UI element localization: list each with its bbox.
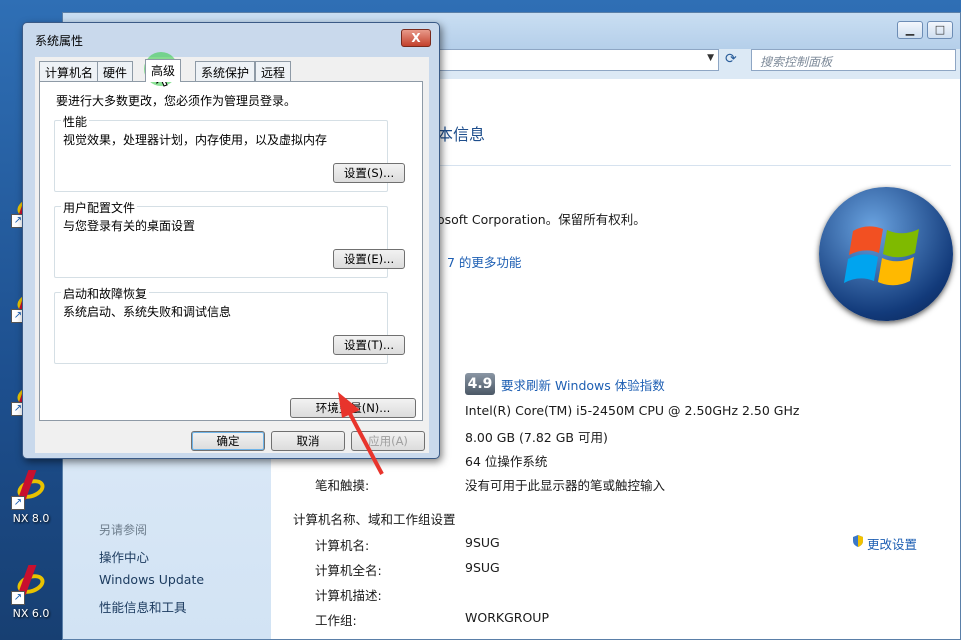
tab-system-protection[interactable]: 系统保护 <box>195 61 256 81</box>
full-name-value: 9SUG <box>465 560 500 575</box>
performance-settings-button[interactable]: 设置(S)... <box>333 163 405 183</box>
windows-flag-icon <box>844 226 919 286</box>
chevron-down-icon[interactable]: ▼ <box>707 53 714 63</box>
system-type-value: 64 位操作系统 <box>465 454 548 469</box>
desktop-icon-label: NX 6.0 <box>12 607 50 620</box>
advanced-tab-panel: 要进行大多数更改，您必须作为管理员登录。 性能 视觉效果，处理器计划，内存使用，… <box>39 81 423 421</box>
desktop-icon-nx8[interactable]: ↗ NX 8.0 <box>6 470 56 525</box>
description-label: 计算机描述: <box>315 588 382 603</box>
processor-value: Intel(R) Core(TM) i5-2450M CPU @ 2.50GHz… <box>465 403 800 418</box>
page-title: 本信息 <box>437 125 486 144</box>
workgroup-label: 工作组: <box>315 613 357 628</box>
change-settings-link[interactable]: 更改设置 <box>867 534 917 553</box>
user-profiles-label: 用户配置文件 <box>61 199 138 216</box>
desktop-icon-nx6[interactable]: ↗ NX 6.0 <box>6 565 56 620</box>
startup-recovery-label: 启动和故障恢复 <box>61 285 150 302</box>
performance-group: 性能 视觉效果，处理器计划，内存使用，以及虚拟内存 设置(S)... <box>54 113 405 192</box>
maximize-button[interactable]: □ <box>927 21 953 39</box>
memory-value: 8.00 GB (7.82 GB 可用) <box>465 430 608 445</box>
shield-icon <box>853 535 863 547</box>
nx-icon: ↗ <box>11 565 51 605</box>
user-profiles-settings-button[interactable]: 设置(E)... <box>333 249 405 269</box>
user-profiles-group: 用户配置文件 与您登录有关的桌面设置 设置(E)... <box>54 199 405 278</box>
annotation-arrow-icon <box>338 392 384 475</box>
user-profiles-desc: 与您登录有关的桌面设置 <box>63 219 196 233</box>
experience-index-badge[interactable]: 4.9 <box>465 373 495 395</box>
tab-advanced[interactable]: 高级 <box>145 59 182 82</box>
tab-hardware[interactable]: 硬件 <box>97 61 134 81</box>
startup-recovery-group: 启动和故障恢复 系统启动、系统失败和调试信息 设置(T)... <box>54 285 405 364</box>
performance-label: 性能 <box>61 113 90 130</box>
see-also-heading: 另请参阅 <box>99 523 148 537</box>
left-link-performance[interactable]: 性能信息和工具 <box>99 597 187 616</box>
computer-name-label: 计算机名: <box>315 538 370 553</box>
search-input[interactable]: 搜索控制面板 <box>751 49 956 71</box>
workgroup-value: WORKGROUP <box>465 610 549 625</box>
refresh-icon[interactable]: ⟳ <box>725 51 745 71</box>
full-name-label: 计算机全名: <box>315 563 382 578</box>
left-link-windows-update[interactable]: Windows Update <box>99 572 204 587</box>
divider <box>421 165 951 166</box>
performance-desc: 视觉效果，处理器计划，内存使用，以及虚拟内存 <box>63 133 328 147</box>
dialog-title: 系统属性 <box>35 34 84 48</box>
copyright-text: osoft Corporation。保留所有权利。 <box>437 212 646 227</box>
left-link-action-center[interactable]: 操作中心 <box>99 547 149 566</box>
desktop-icon-label: NX 8.0 <box>12 512 50 525</box>
more-features-link[interactable]: 7 的更多功能 <box>447 252 521 271</box>
close-button[interactable]: X <box>401 29 431 47</box>
tab-remote[interactable]: 远程 <box>255 61 292 81</box>
computer-section-title: 计算机名称、域和工作组设置 <box>293 512 456 527</box>
ok-button[interactable]: 确定 <box>191 431 265 451</box>
experience-index-link[interactable]: 要求刷新 Windows 体验指数 <box>501 375 665 394</box>
minimize-button[interactable]: ▁ <box>897 21 923 39</box>
admin-note: 要进行大多数更改，您必须作为管理员登录。 <box>56 94 297 108</box>
nx-icon: ↗ <box>11 470 51 510</box>
startup-recovery-settings-button[interactable]: 设置(T)... <box>333 335 405 355</box>
computer-name-value: 9SUG <box>465 535 500 550</box>
windows-logo-icon <box>819 187 953 321</box>
address-bar[interactable]: ▼ <box>423 49 719 71</box>
tab-computer-name[interactable]: 计算机名 <box>39 61 100 81</box>
pen-touch-value: 没有可用于此显示器的笔或触控输入 <box>465 478 666 493</box>
startup-recovery-desc: 系统启动、系统失败和调试信息 <box>63 305 232 319</box>
